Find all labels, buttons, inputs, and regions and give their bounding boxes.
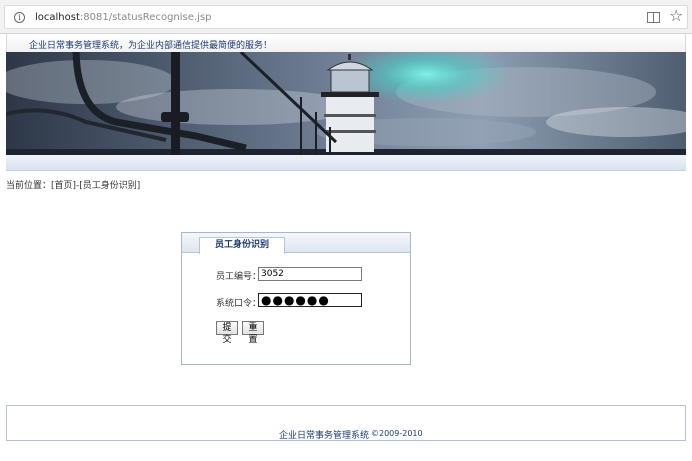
footer-copyright: ©2009-2010	[371, 429, 423, 438]
employee-identity-panel: 员工身份识别 员工编号： 系统口令： ●●●●●● 提交 重置	[181, 232, 411, 365]
submit-button[interactable]: 提交	[216, 321, 238, 345]
browser-address-bar: i localhost:8081/statusRecognise.jsp ☆	[0, 0, 692, 34]
breadcrumb-prefix: 当前位置：	[6, 181, 52, 191]
password-label: 系统口令：	[216, 299, 262, 309]
tab-employee-identity[interactable]: 员工身份识别	[199, 237, 285, 254]
breadcrumb-current: [员工身份识别]	[79, 181, 141, 191]
url-box[interactable]: i localhost:8081/statusRecognise.jsp ☆	[4, 5, 688, 29]
header-slogan: 企业日常事务管理系统，为企业内部通信提供最简便的服务！	[29, 41, 273, 51]
header-strip: 企业日常事务管理系统，为企业内部通信提供最简便的服务！	[6, 34, 686, 52]
breadcrumb: 当前位置：[首页] - [员工身份识别]	[6, 178, 140, 191]
url-text[interactable]: localhost:8081/statusRecognise.jsp	[35, 12, 211, 23]
reset-button[interactable]: 重置	[242, 321, 264, 345]
password-input[interactable]: ●●●●●●	[258, 293, 362, 307]
employee-id-input[interactable]	[258, 267, 362, 281]
url-host: localhost	[35, 12, 80, 23]
panel-header: 员工身份识别	[182, 233, 410, 254]
url-path: :8081/statusRecognise.jsp	[79, 12, 212, 23]
footer-system-name: 企业日常事务管理系统	[279, 431, 370, 441]
reader-mode-icon[interactable]	[647, 12, 660, 23]
header-subbar	[6, 155, 686, 171]
footer: 企业日常事务管理系统 ©2009-2010	[6, 405, 686, 441]
lighthouse-banner-image	[6, 52, 686, 155]
breadcrumb-home-link[interactable]: [首页]	[51, 178, 76, 191]
info-icon[interactable]: i	[14, 12, 25, 23]
star-icon[interactable]: ☆	[669, 7, 683, 25]
employee-id-label: 员工编号：	[216, 272, 262, 282]
